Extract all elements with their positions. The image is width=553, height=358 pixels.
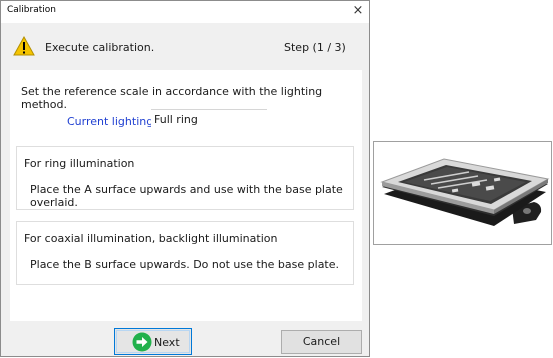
reference-scale-illustration xyxy=(380,158,550,226)
current-lighting-label: Current lighting: xyxy=(67,115,157,128)
coax-group-title: For coaxial illumination, backlight illu… xyxy=(24,232,278,245)
step-indicator: Step (1 / 3) xyxy=(284,41,346,54)
content-panel: Set the reference scale in accordance wi… xyxy=(10,70,362,321)
arrow-right-icon xyxy=(132,332,152,352)
next-button-label: Next xyxy=(154,336,180,349)
calibration-dialog: Calibration × Execute calibration. Step … xyxy=(0,0,370,357)
ring-group-title: For ring illumination xyxy=(24,157,135,170)
title-bar: Calibration × xyxy=(1,1,369,23)
cancel-button[interactable]: Cancel xyxy=(281,330,362,354)
warning-icon xyxy=(13,36,35,56)
ring-group-description: Place the A surface upwards and use with… xyxy=(30,183,343,209)
coax-group-description: Place the B surface upwards. Do not use … xyxy=(30,258,340,271)
header-row: Execute calibration. Step (1 / 3) xyxy=(1,23,369,65)
close-button[interactable]: × xyxy=(349,2,367,20)
header-message: Execute calibration. xyxy=(45,41,155,54)
coaxial-illumination-group: For coaxial illumination, backlight illu… xyxy=(16,221,354,285)
current-lighting-field: Full ring xyxy=(151,109,267,131)
reference-scale-preview xyxy=(373,141,552,245)
next-button[interactable]: Next xyxy=(114,328,192,355)
window-title: Calibration xyxy=(7,5,56,15)
instruction-text: Set the reference scale in accordance wi… xyxy=(21,85,323,111)
ring-illumination-group: For ring illumination Place the A surfac… xyxy=(16,146,354,210)
